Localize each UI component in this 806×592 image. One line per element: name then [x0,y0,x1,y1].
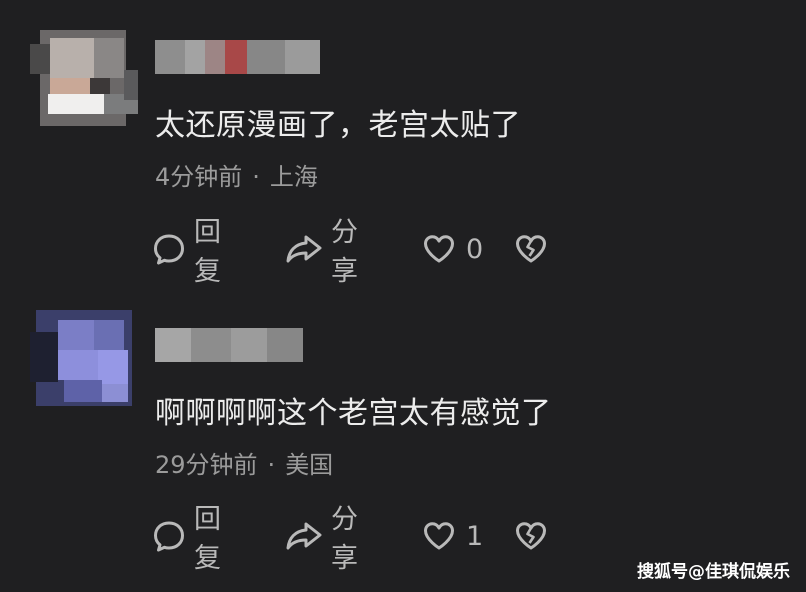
comment-meta: 4分钟前 · 上海 [155,157,318,192]
like-count: 0 [466,233,484,265]
reply-button[interactable]: 回复 [152,504,221,574]
heart-icon [422,519,456,553]
comment-icon [152,519,186,553]
comment-item: 啊啊啊啊这个老宫太有感觉了 29分钟前 · 美国 回复 分享 1 [0,295,806,592]
avatar[interactable] [30,310,138,406]
share-button[interactable]: 分享 [285,217,358,287]
comment-text: 太还原漫画了，老宫太贴了 [155,108,521,143]
username[interactable] [155,328,303,362]
share-button[interactable]: 分享 [285,504,358,574]
comment-time: 4分钟前 [155,163,243,191]
like-count: 1 [466,520,484,552]
broken-heart-icon [514,232,548,266]
like-button[interactable]: 1 [422,516,483,556]
like-button[interactable]: 0 [422,229,483,269]
avatar[interactable] [30,30,138,126]
reply-button[interactable]: 回复 [152,217,221,287]
meta-separator: · [252,163,260,191]
meta-separator: · [267,451,276,479]
comment-item: 太还原漫画了，老宫太贴了 4分钟前 · 上海 回复 分享 0 [0,0,806,295]
reply-label: 回复 [194,217,221,287]
username[interactable] [155,40,320,74]
comment-meta: 29分钟前 · 美国 [155,445,333,480]
comment-text: 啊啊啊啊这个老宫太有感觉了 [155,396,552,431]
comment-location: 美国 [285,451,334,479]
comment-icon [152,232,186,266]
watermark: 搜狐号@佳琪侃娱乐 [637,562,790,582]
broken-heart-icon [514,519,548,553]
reply-label: 回复 [194,504,221,574]
dislike-button[interactable] [514,516,548,556]
comment-location: 上海 [269,163,318,191]
heart-icon [422,232,456,266]
share-icon [285,519,323,553]
comment-time: 29分钟前 [155,451,258,479]
share-label: 分享 [331,217,358,287]
dislike-button[interactable] [514,229,548,269]
share-icon [285,232,323,266]
share-label: 分享 [331,504,358,574]
